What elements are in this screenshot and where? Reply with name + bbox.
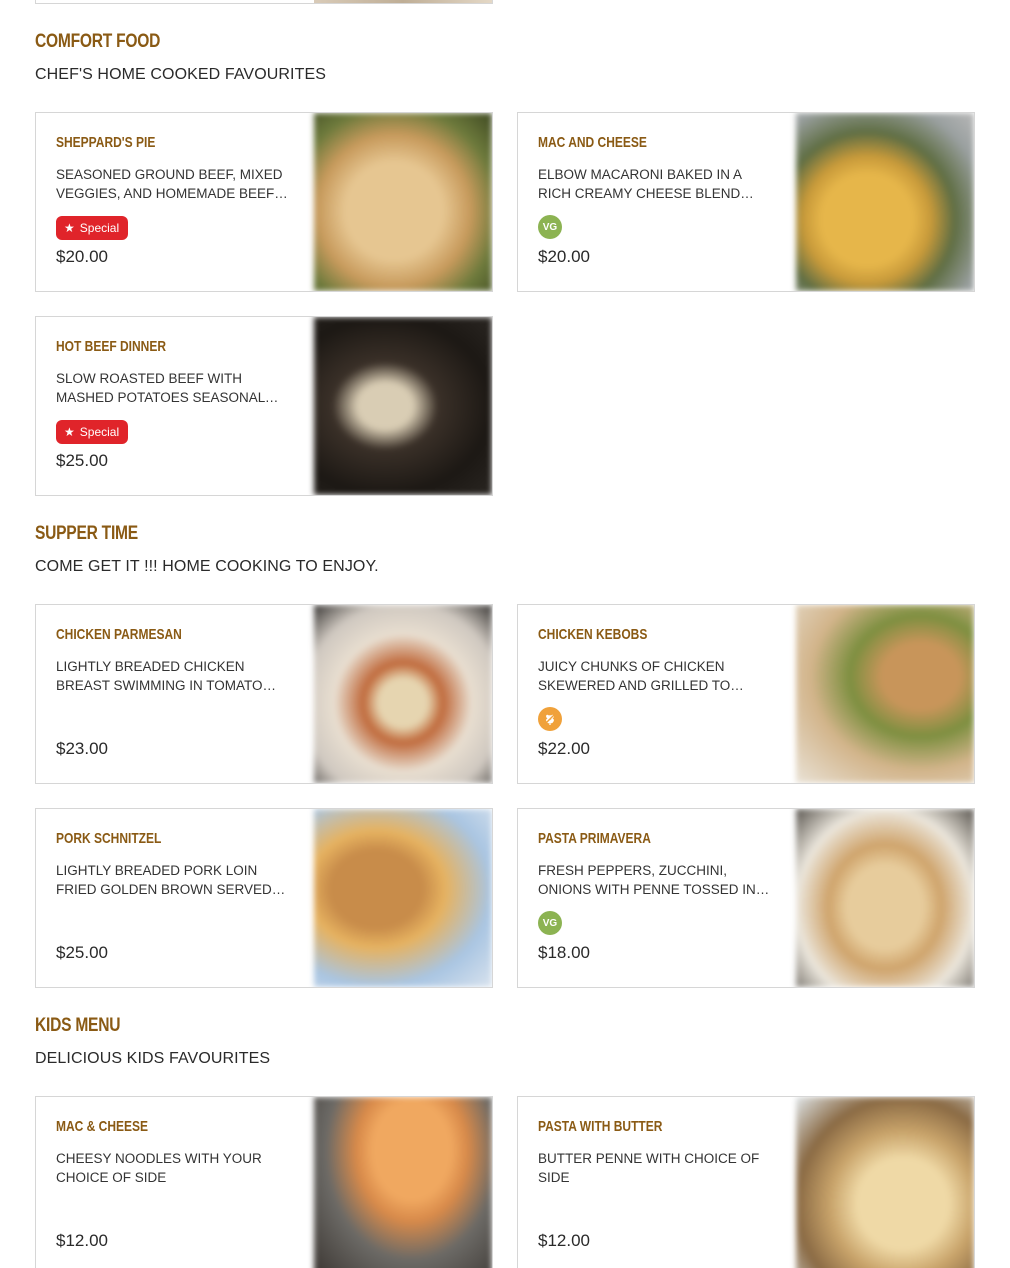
menu-item-photo: [796, 1097, 974, 1268]
special-badge-label: Special: [79, 425, 120, 439]
gluten-free-icon: [538, 707, 562, 731]
menu-item-name: PASTA PRIMAVERA: [538, 830, 651, 847]
section-subtitle-comfort-food: CHEF'S HOME COOKED FAVOURITES: [35, 66, 327, 83]
menu-item-description: ELBOW MACARONI BAKED IN A RICH CREAMY CH…: [538, 167, 742, 201]
menu-item-description: CHEESY NOODLES WITH YOUR CHOICE OF SIDE: [56, 1151, 262, 1185]
menu-item-price: $22.00: [538, 739, 590, 758]
previous-menu-card[interactable]: [35, 0, 493, 4]
menu-item-card[interactable]: PORK SCHNITZEL LIGHTLY BREADED PORK LOIN…: [35, 808, 493, 988]
menu-item-price: $20.00: [56, 247, 108, 266]
menu-item-description: LIGHTLY BREADED CHICKEN BREAST SWIMMING …: [56, 659, 263, 693]
menu-item-photo: [796, 113, 974, 291]
menu-item-card[interactable]: PASTA PRIMAVERA FRESH PEPPERS, ZUCCHINI,…: [517, 808, 975, 988]
section-title-comfort-food: COMFORT FOOD: [35, 31, 161, 52]
special-badge: ★ Special: [56, 420, 129, 444]
menu-item-photo: [796, 605, 974, 783]
menu-item-description: BUTTER PENNE WITH CHOICE OF SIDE: [538, 1151, 760, 1185]
menu-item-price: $20.00: [538, 247, 590, 266]
menu-item-photo: [796, 809, 974, 987]
section-subtitle-kids-menu: DELICIOUS KIDS FAVOURITES: [35, 1050, 271, 1067]
menu-item-name: CHICKEN PARMESAN: [56, 626, 182, 643]
menu-item-name: MAC & CHEESE: [56, 1118, 149, 1135]
menu-item-card[interactable]: PASTA WITH BUTTER BUTTER PENNE WITH CHOI…: [517, 1096, 975, 1268]
section-title-supper-time: SUPPER TIME: [35, 523, 138, 544]
menu-item-card[interactable]: HOT BEEF DINNER SLOW ROASTED BEEF WITH M…: [35, 316, 493, 496]
menu-item-card[interactable]: MAC & CHEESE CHEESY NOODLES WITH YOUR CH…: [35, 1096, 493, 1268]
menu-item-photo: [314, 113, 492, 291]
menu-item-price: $12.00: [538, 1231, 590, 1250]
wheat-icon: [544, 713, 556, 725]
menu-item-name: PORK SCHNITZEL: [56, 830, 162, 847]
previous-menu-card-photo: [314, 0, 492, 3]
vegetarian-icon: VG: [538, 911, 562, 935]
menu-item-price: $12.00: [56, 1231, 108, 1250]
menu-item-card[interactable]: CHICKEN KEBOBS JUICY CHUNKS OF CHICKEN S…: [517, 604, 975, 784]
special-badge: ★ Special: [56, 216, 129, 240]
menu-item-name: PASTA WITH BUTTER: [538, 1118, 663, 1135]
menu-item-description: FRESH PEPPERS, ZUCCHINI, ONIONS WITH PEN…: [538, 863, 756, 897]
menu-item-card[interactable]: SHEPPARD'S PIE SEASONED GROUND BEEF, MIX…: [35, 112, 493, 292]
menu-item-price: $23.00: [56, 739, 108, 758]
section-title-kids-menu: KIDS MENU: [35, 1015, 121, 1036]
menu-item-name: SHEPPARD'S PIE: [56, 134, 156, 151]
menu-item-photo: [314, 317, 492, 495]
menu-item-price: $25.00: [56, 943, 108, 962]
menu-item-name: MAC AND CHEESE: [538, 134, 647, 151]
menu-item-photo: [314, 605, 492, 783]
menu-item-photo: [314, 809, 492, 987]
menu-item-name: CHICKEN KEBOBS: [538, 626, 648, 643]
vegetarian-icon: VG: [538, 215, 562, 239]
star-icon: ★: [64, 221, 75, 235]
star-icon: ★: [64, 425, 75, 439]
menu-item-photo: [314, 1097, 492, 1268]
menu-item-card[interactable]: MAC AND CHEESE ELBOW MACARONI BAKED IN A…: [517, 112, 975, 292]
menu-item-price: $18.00: [538, 943, 590, 962]
section-subtitle-supper-time: COME GET IT !!! HOME COOKING TO ENJOY.: [35, 558, 379, 575]
menu-item-description: SLOW ROASTED BEEF WITH MASHED POTATOES S…: [56, 371, 265, 405]
special-badge-label: Special: [79, 221, 120, 235]
menu-item-name: HOT BEEF DINNER: [56, 338, 167, 355]
menu-item-price: $25.00: [56, 451, 108, 470]
menu-item-description: LIGHTLY BREADED PORK LOIN FRIED GOLDEN B…: [56, 863, 272, 897]
menu-item-description: JUICY CHUNKS OF CHICKEN SKEWERED AND GRI…: [538, 659, 744, 693]
menu-item-card[interactable]: CHICKEN PARMESAN LIGHTLY BREADED CHICKEN…: [35, 604, 493, 784]
menu-item-description: SEASONED GROUND BEEF, MIXED VEGGIES, AND…: [56, 167, 288, 201]
